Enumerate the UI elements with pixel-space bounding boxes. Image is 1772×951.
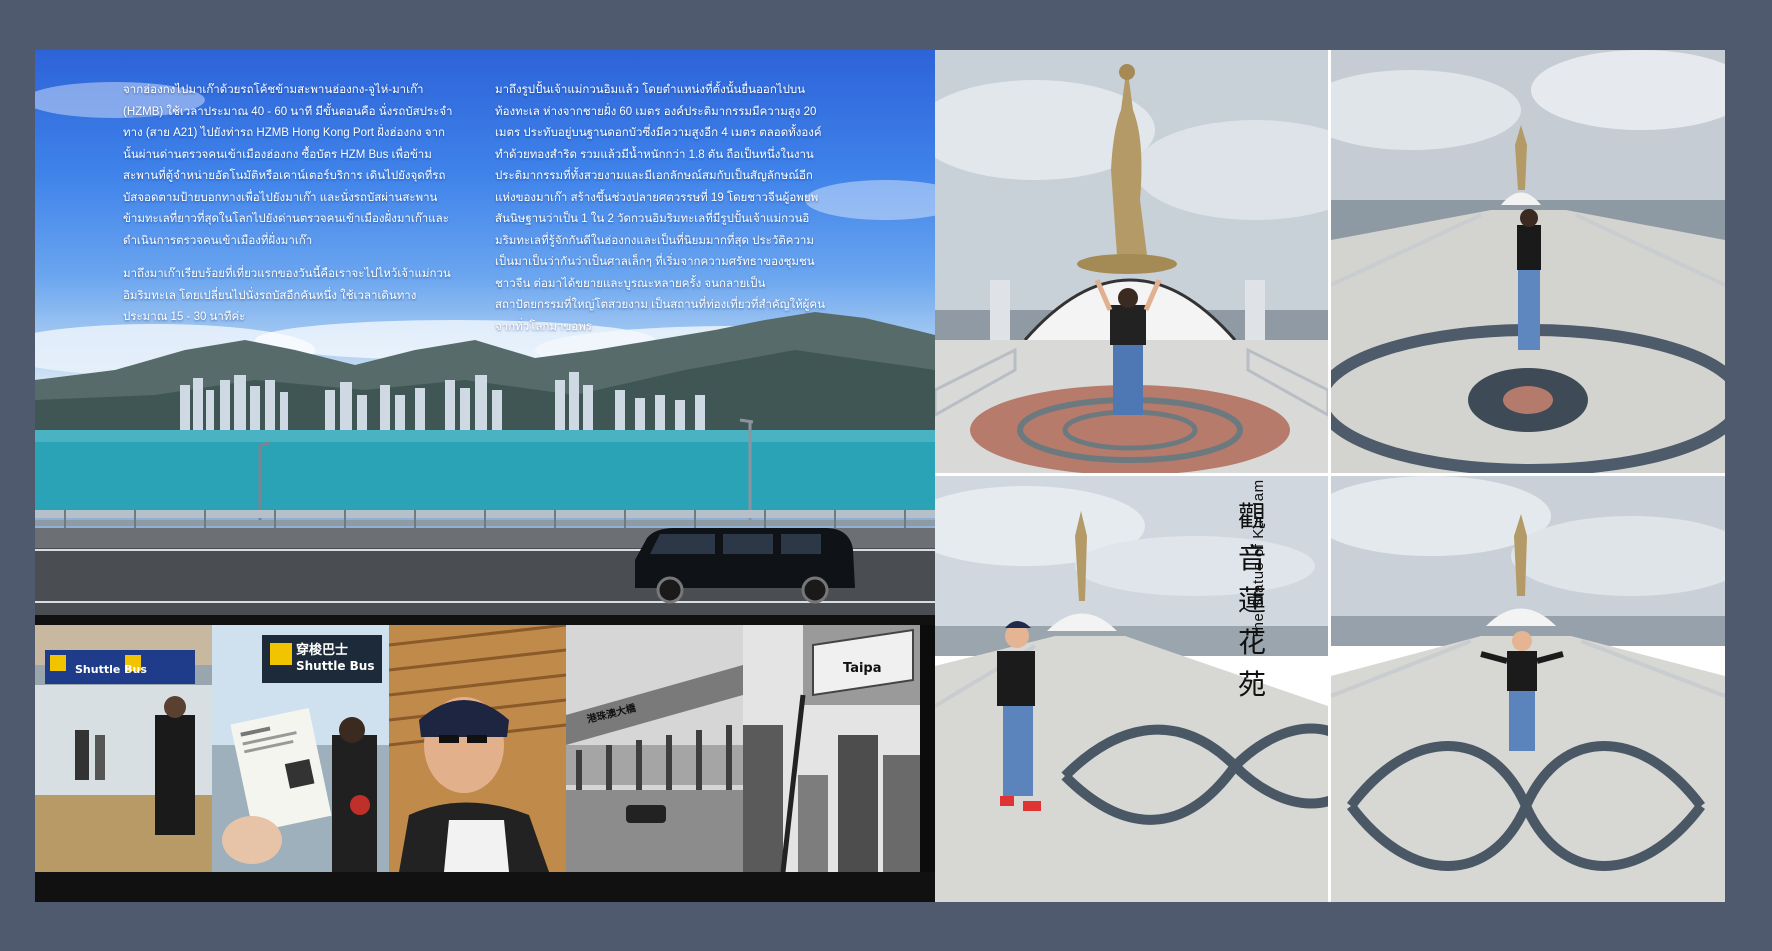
- photo-toll-plaza-bw: 港珠澳大橋: [566, 625, 743, 872]
- shuttle-sign-cn: 穿梭巴士: [296, 643, 349, 658]
- article-column-2: มาถึงรูปปั้นเจ้าแม่กวนอิมแล้ว โดยตำแหน่ง…: [495, 80, 825, 350]
- photo-statue-walkway: [1331, 50, 1725, 473]
- title-english: The Statue of Kun Iam: [1250, 479, 1267, 640]
- left-page: จากฮ่องกงไปมาเก๊าด้วยรถโค้ชข้ามสะพานฮ่อง…: [35, 50, 935, 902]
- photo-statue-infinity-1: [935, 476, 1328, 902]
- article-paragraph: จากฮ่องกงไปมาเก๊าด้วยรถโค้ชข้ามสะพานฮ่อง…: [123, 84, 453, 247]
- article-column-1: จากฮ่องกงไปมาเก๊าด้วยรถโค้ชข้ามสะพานฮ่อง…: [123, 80, 455, 341]
- photo-station-hall: Shuttle Bus: [35, 625, 212, 872]
- right-page: [935, 50, 1725, 902]
- shuttle-sign-en: Shuttle Bus: [296, 659, 375, 673]
- photo-ticket-shuttle-sign: 穿梭巴士 Shuttle Bus: [212, 625, 389, 872]
- photo-statue-front: [935, 50, 1328, 473]
- taipa-sign-text: Taipa: [843, 661, 882, 676]
- shuttle-sign-text: Shuttle Bus: [75, 663, 147, 676]
- photo-taipa-bw: Taipa: [743, 625, 920, 872]
- photo-statue-infinity-2: [1331, 476, 1725, 902]
- photo-strip: Shuttle Bus 穿梭巴士 Shuttle Bus 港珠澳大橋 Taipa: [35, 625, 935, 872]
- magazine-spread: จากฮ่องกงไปมาเก๊าด้วยรถโค้ชข้ามสะพานฮ่อง…: [35, 50, 1725, 902]
- photo-selfie-bus: [389, 625, 566, 872]
- article-paragraph: มาถึงรูปปั้นเจ้าแม่กวนอิมแล้ว โดยตำแหน่ง…: [495, 84, 825, 333]
- hero-photo-bridge: จากฮ่องกงไปมาเก๊าด้วยรถโค้ชข้ามสะพานฮ่อง…: [35, 50, 935, 615]
- article-paragraph: มาถึงมาเก๊าเรียบร้อยที่เที่ยวแรกของวันนี…: [123, 268, 451, 323]
